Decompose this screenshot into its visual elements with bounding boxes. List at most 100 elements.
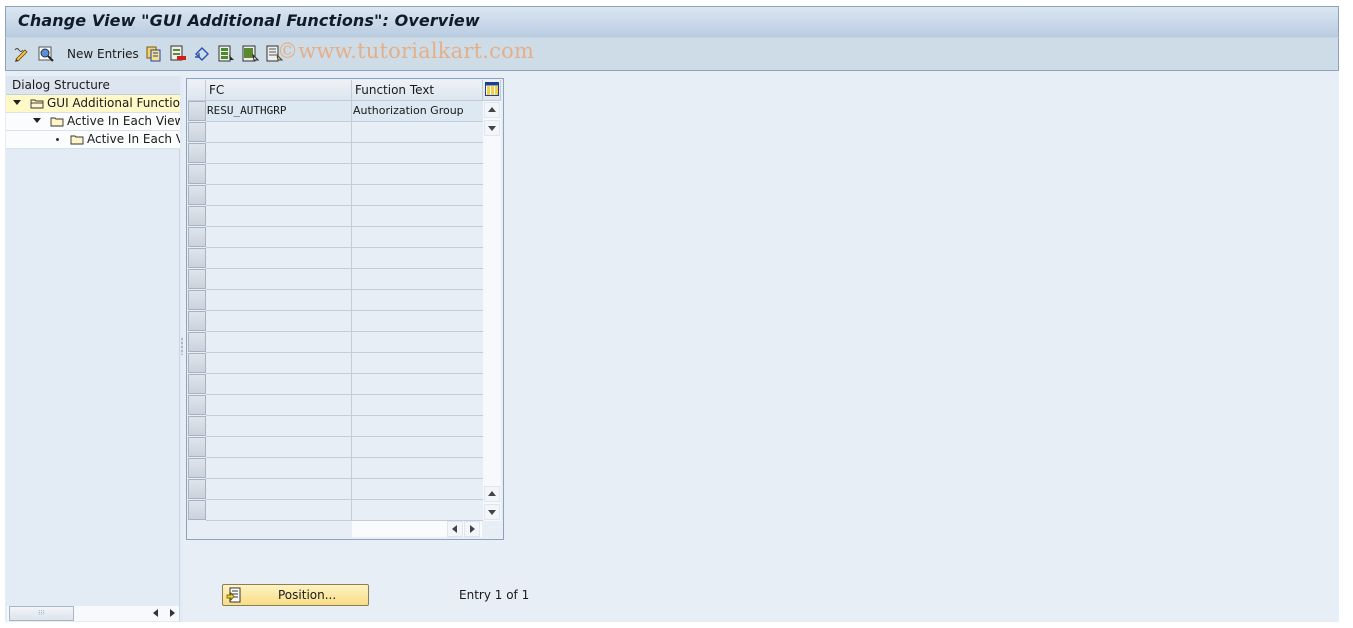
table-horizontal-scrollbar[interactable] [352, 521, 482, 537]
cell-function-text[interactable] [352, 500, 483, 521]
copy-as-icon[interactable] [145, 45, 163, 63]
display-change-icon[interactable] [13, 45, 31, 63]
cell-fc[interactable] [206, 353, 351, 374]
cell-fc[interactable] [206, 248, 351, 269]
table-settings-icon [485, 82, 499, 96]
scroll-left-icon[interactable] [153, 609, 158, 617]
cell-fc[interactable] [206, 458, 351, 479]
column-header-function-text[interactable]: Function Text [352, 80, 483, 101]
row-selector[interactable] [188, 479, 206, 499]
details-icon[interactable] [37, 45, 55, 63]
cell-function-text[interactable] [352, 290, 483, 311]
scroll-down-button[interactable] [484, 120, 500, 136]
tree-node-label: Active In Each View [67, 114, 180, 128]
cell-function-text[interactable] [352, 395, 483, 416]
select-all-icon[interactable] [217, 45, 235, 63]
cell-fc[interactable] [206, 311, 351, 332]
splitter-grip-icon[interactable] [181, 337, 183, 355]
cell-fc[interactable] [206, 185, 351, 206]
cell-function-text[interactable] [352, 374, 483, 395]
cell-fc[interactable] [206, 500, 351, 521]
delete-icon[interactable] [169, 45, 187, 63]
scroll-left-button[interactable] [447, 521, 463, 537]
table-settings-button[interactable] [483, 80, 501, 101]
row-selector[interactable] [188, 269, 206, 289]
scroll-right-icon[interactable] [170, 609, 175, 617]
cell-function-text[interactable] [352, 143, 483, 164]
row-selector[interactable] [188, 458, 206, 478]
scroll-right-button[interactable] [464, 521, 480, 537]
table-vertical-scrollbar[interactable] [483, 101, 501, 521]
cell-function-text[interactable] [352, 479, 483, 500]
cell-function-text[interactable] [352, 269, 483, 290]
row-selector[interactable] [188, 248, 206, 268]
row-selector[interactable] [188, 500, 206, 520]
row-selector[interactable] [188, 416, 206, 436]
tree-node-active-in-each-view-sub[interactable]: Active In Each View [6, 131, 180, 149]
cell-fc[interactable] [206, 395, 351, 416]
cell-fc[interactable] [206, 374, 351, 395]
position-icon [226, 587, 241, 603]
row-selector[interactable] [188, 353, 206, 373]
row-selector[interactable] [188, 185, 206, 205]
tree-node-gui-additional-functions[interactable]: GUI Additional Functions [6, 95, 180, 113]
tree-node-active-in-each-view[interactable]: Active In Each View [6, 113, 180, 131]
cell-function-text[interactable] [352, 185, 483, 206]
cell-function-text[interactable] [352, 437, 483, 458]
cell-fc[interactable] [206, 479, 351, 500]
watermark-text: ©www.tutorialkart.com [277, 39, 535, 63]
row-selector[interactable] [188, 395, 206, 415]
row-selector[interactable] [188, 122, 206, 142]
cell-fc[interactable]: RESU_AUTHGRP [206, 101, 351, 122]
row-selector[interactable] [188, 437, 206, 457]
scroll-up-button[interactable] [484, 102, 500, 118]
cell-fc[interactable] [206, 206, 351, 227]
cell-function-text[interactable] [352, 227, 483, 248]
expand-triangle-icon[interactable] [13, 100, 21, 105]
position-button[interactable]: Position... [222, 584, 369, 606]
cell-fc[interactable] [206, 290, 351, 311]
cell-function-text[interactable] [352, 122, 483, 143]
new-entries-button[interactable]: New Entries [67, 47, 139, 61]
dialog-structure-panel: Dialog Structure GUI Additional Function… [6, 76, 180, 622]
row-selector[interactable] [188, 206, 206, 226]
column-header-fc[interactable]: FC [206, 80, 352, 101]
row-selector[interactable] [188, 290, 206, 310]
row-selector[interactable] [188, 374, 206, 394]
cell-fc[interactable] [206, 437, 351, 458]
dialog-structure-header: Dialog Structure [6, 76, 180, 95]
title-bar: Change View "GUI Additional Functions": … [5, 6, 1339, 37]
row-selector[interactable] [188, 332, 206, 352]
cell-function-text[interactable] [352, 206, 483, 227]
row-selector[interactable] [188, 143, 206, 163]
cell-function-text[interactable] [352, 332, 483, 353]
cell-function-text[interactable] [352, 248, 483, 269]
cell-function-text[interactable] [352, 416, 483, 437]
cell-function-text[interactable] [352, 458, 483, 479]
row-selector[interactable] [188, 164, 206, 184]
row-selector[interactable] [188, 227, 206, 247]
tree-horizontal-scrollbar[interactable]: ⁝⁝⁝ [7, 606, 179, 621]
cell-fc[interactable] [206, 227, 351, 248]
undo-change-icon[interactable] [193, 45, 211, 63]
select-block-icon[interactable] [241, 45, 260, 63]
cell-fc[interactable] [206, 143, 351, 164]
cell-function-text[interactable] [352, 164, 483, 185]
leaf-bullet-icon [56, 138, 59, 141]
cell-fc[interactable] [206, 332, 351, 353]
row-selector[interactable] [188, 101, 206, 121]
page-title: Change View "GUI Additional Functions": … [18, 11, 480, 30]
cell-fc[interactable] [206, 164, 351, 185]
select-all-rows-button[interactable] [188, 80, 206, 101]
scroll-page-up-button[interactable] [484, 486, 500, 502]
cell-fc[interactable] [206, 416, 351, 437]
cell-function-text[interactable] [352, 311, 483, 332]
cell-fc[interactable] [206, 122, 351, 143]
scroll-page-down-button[interactable] [484, 504, 500, 520]
cell-function-text[interactable] [352, 353, 483, 374]
cell-function-text[interactable]: Authorization Group [352, 101, 483, 122]
expand-triangle-icon[interactable] [33, 118, 41, 123]
scrollbar-thumb[interactable]: ⁝⁝⁝ [9, 606, 74, 621]
cell-fc[interactable] [206, 269, 351, 290]
row-selector[interactable] [188, 311, 206, 331]
